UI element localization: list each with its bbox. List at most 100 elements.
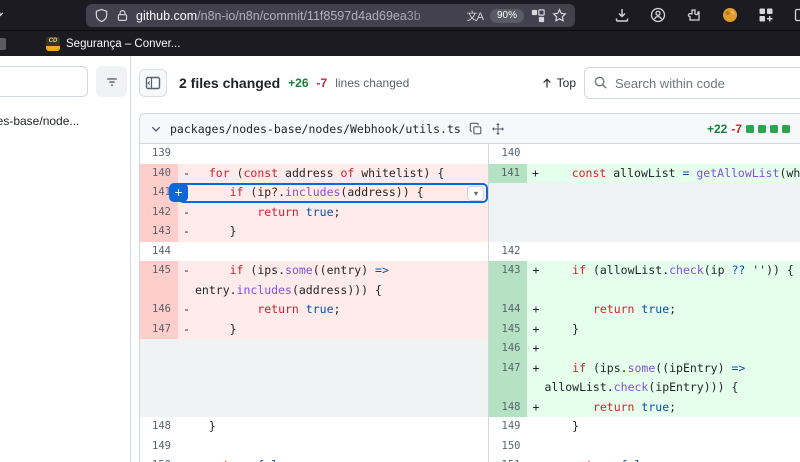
line-number[interactable]: 145 — [489, 320, 527, 340]
arrow-up-icon — [541, 77, 553, 89]
code-cell — [527, 437, 800, 457]
code-cell: + } — [527, 320, 800, 340]
code-cell: } — [527, 417, 800, 437]
move-handle-button[interactable] — [491, 122, 505, 136]
diff-row: 147+ if (ips.some((ipEntry) =>allowList.… — [140, 359, 800, 398]
extension-puzzle-icon[interactable] — [685, 7, 702, 24]
panel-icon — [145, 75, 161, 91]
diff-marker — [178, 456, 195, 462]
code-cell: - return true; — [178, 203, 488, 223]
diff-marker: + — [527, 300, 544, 320]
line-number[interactable]: 147 — [140, 320, 178, 340]
code-cell: - return true; — [178, 300, 488, 320]
diff-row: 146+ — [140, 339, 800, 359]
line-number[interactable]: 144 — [489, 300, 527, 320]
line-number[interactable]: 146 — [489, 339, 527, 359]
code-cell: return false; — [178, 456, 488, 462]
diff-marker — [178, 242, 195, 262]
diff-main: 2 files changed +26 -7 lines changed Top… — [131, 56, 800, 462]
line-number[interactable]: 149 — [140, 437, 178, 457]
line-number[interactable]: 142 — [489, 242, 527, 262]
filter-button[interactable] — [96, 66, 127, 97]
line-number[interactable]: 151 — [489, 456, 527, 462]
diff-square — [770, 125, 778, 133]
line-number[interactable]: 140 — [489, 144, 527, 164]
chevron-down-icon[interactable] — [150, 123, 162, 135]
shield-icon[interactable] — [94, 8, 109, 23]
file-tree-sidebar: les-base/node... — [0, 56, 131, 462]
diff-square — [746, 125, 754, 133]
line-number[interactable]: 146 — [140, 300, 178, 320]
file-additions: +22 — [707, 122, 727, 136]
code-cell: } — [178, 417, 488, 437]
filter-icon — [105, 75, 119, 89]
line-number[interactable]: 142 — [140, 203, 178, 223]
search-within-code-input[interactable] — [584, 67, 800, 99]
orange-extension-icon[interactable] — [721, 7, 738, 24]
diff-marker: + — [527, 359, 544, 398]
files-changed-header: 2 files changed +26 -7 lines changed Top — [131, 56, 800, 110]
file-stats: +22 -7 — [707, 122, 790, 136]
code-cell — [178, 144, 488, 164]
diff-marker — [527, 417, 544, 437]
diff-row: 143- } — [140, 222, 800, 242]
url-text: github.com/n8n-io/n8n/commit/11f8597d4ad… — [136, 9, 460, 23]
line-number[interactable]: 149 — [489, 417, 527, 437]
translate-icon[interactable]: 文A — [467, 8, 483, 24]
add-comment-button[interactable]: + — [169, 183, 188, 202]
diff-row: 149 150 — [140, 437, 800, 457]
file-filter-input[interactable] — [0, 66, 88, 97]
diff-marker — [527, 456, 544, 462]
bookmark-star-icon[interactable] — [552, 8, 567, 23]
files-changed-title: 2 files changed — [179, 75, 280, 91]
line-number[interactable]: 147 — [489, 359, 527, 398]
code-cell: + const allowList = getAllowList(whiteli… — [527, 164, 800, 184]
line-number[interactable]: 139 — [140, 144, 178, 164]
line-number[interactable]: 150 — [489, 437, 527, 457]
line-number[interactable]: 150 — [140, 456, 178, 462]
downloads-icon[interactable] — [613, 7, 630, 24]
diff-filler — [489, 183, 800, 203]
line-number[interactable]: 144 — [140, 242, 178, 262]
collapse-file-tree-button[interactable] — [139, 69, 167, 97]
line-number[interactable]: 148 — [140, 417, 178, 437]
lock-icon[interactable] — [116, 9, 129, 22]
reload-icon[interactable]: ⟳ — [0, 6, 4, 24]
account-icon[interactable] — [649, 7, 666, 24]
diff-row: 148 }149 } — [140, 417, 800, 437]
copy-icon — [469, 122, 483, 136]
zoom-level-badge[interactable]: 90% — [490, 9, 524, 23]
diff-marker: - — [178, 320, 195, 340]
sidebar-icon[interactable] — [793, 7, 800, 24]
diff-marker: + — [527, 398, 544, 418]
lines-changed-label: lines changed — [335, 76, 409, 90]
file-tree-item[interactable]: les-base/node... — [0, 114, 124, 128]
bookmark-fragment-icon[interactable] — [0, 38, 6, 50]
line-number[interactable]: 140 — [140, 164, 178, 184]
extensions-icon[interactable] — [757, 7, 774, 24]
diff-square — [782, 125, 790, 133]
diff-marker — [527, 242, 544, 262]
back-to-top-link[interactable]: Top — [541, 76, 576, 90]
diff-filler — [140, 339, 489, 359]
copy-path-button[interactable] — [469, 122, 483, 136]
diff-marker: - — [178, 222, 195, 242]
line-number[interactable]: 148 — [489, 398, 527, 418]
bookmark-item[interactable]: CD Segurança – Conver... — [46, 37, 180, 51]
line-number[interactable]: 145 — [140, 261, 178, 300]
line-number[interactable]: 141 — [489, 164, 527, 184]
line-number[interactable]: 143 — [140, 222, 178, 242]
url-bar[interactable]: github.com/n8n-io/n8n/commit/11f8597d4ad… — [86, 4, 575, 27]
screen: ⟳ github.com/n8n-io/n8n/commit/11f8597d4… — [0, 0, 800, 462]
code-cell: + if (ips.some((ipEntry) =>allowList.che… — [527, 359, 800, 398]
containers-icon[interactable] — [531, 9, 545, 23]
code-cell: - if (ips.some((entry) =>entry.includes(… — [178, 261, 488, 300]
diff-marker: + — [527, 339, 544, 359]
code-cell — [178, 437, 488, 457]
line-menu-caret[interactable]: ▾ — [467, 186, 484, 201]
line-number[interactable]: 143 — [489, 261, 527, 300]
file-path[interactable]: packages/nodes-base/nodes/Webhook/utils.… — [170, 122, 461, 136]
github-page: les-base/node... 2 files changed +26 -7 … — [0, 56, 800, 462]
diff-row: 140- for (const address of whitelist) {1… — [140, 164, 800, 184]
diff-row: 141- if (ip?.includes(address)) {+▾ — [140, 183, 800, 203]
